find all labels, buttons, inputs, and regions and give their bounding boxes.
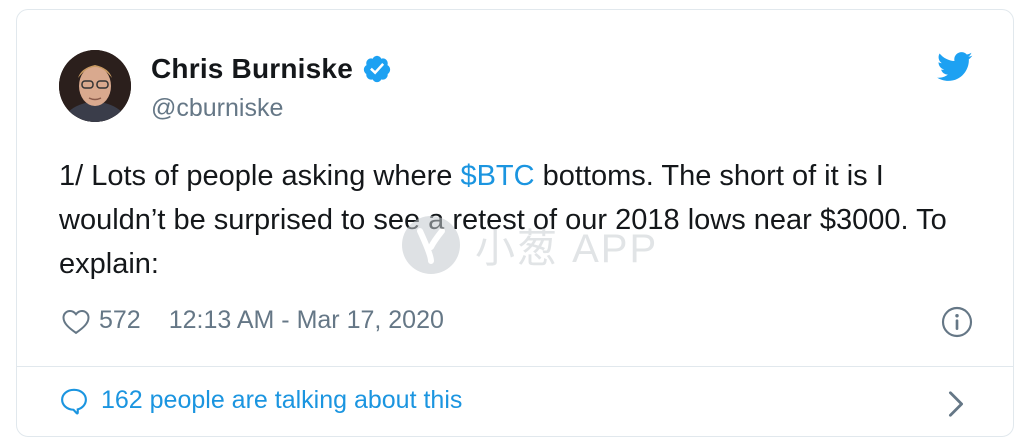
speech-bubble-icon	[59, 387, 89, 415]
info-icon[interactable]	[941, 306, 973, 338]
author-handle[interactable]: @cburniske	[151, 94, 283, 123]
tweet-text-start: 1/ Lots of people asking where	[59, 160, 461, 192]
author-name[interactable]: Chris Burniske	[151, 53, 353, 85]
tweet-timestamp[interactable]: 12:13 AM - Mar 17, 2020	[169, 306, 444, 335]
avatar[interactable]	[59, 50, 131, 122]
author-row: Chris Burniske	[151, 53, 392, 85]
divider	[17, 366, 1013, 367]
chevron-right-icon[interactable]	[947, 390, 965, 418]
tweet-meta: 572 12:13 AM - Mar 17, 2020	[61, 306, 444, 335]
tweet-text: 1/ Lots of people asking where $BTC bott…	[59, 154, 989, 286]
conversation-label[interactable]: 162 people are talking about this	[101, 386, 462, 415]
tweet-card[interactable]: Chris Burniske @cburniske 1/ Lots of peo…	[16, 9, 1014, 437]
conversation-link[interactable]: 162 people are talking about this	[59, 386, 462, 415]
like-count[interactable]: 572	[99, 306, 141, 335]
verified-badge-icon	[362, 54, 392, 84]
heart-icon[interactable]	[61, 307, 91, 335]
cashtag-link[interactable]: $BTC	[460, 160, 534, 192]
twitter-bird-icon[interactable]	[937, 52, 973, 82]
